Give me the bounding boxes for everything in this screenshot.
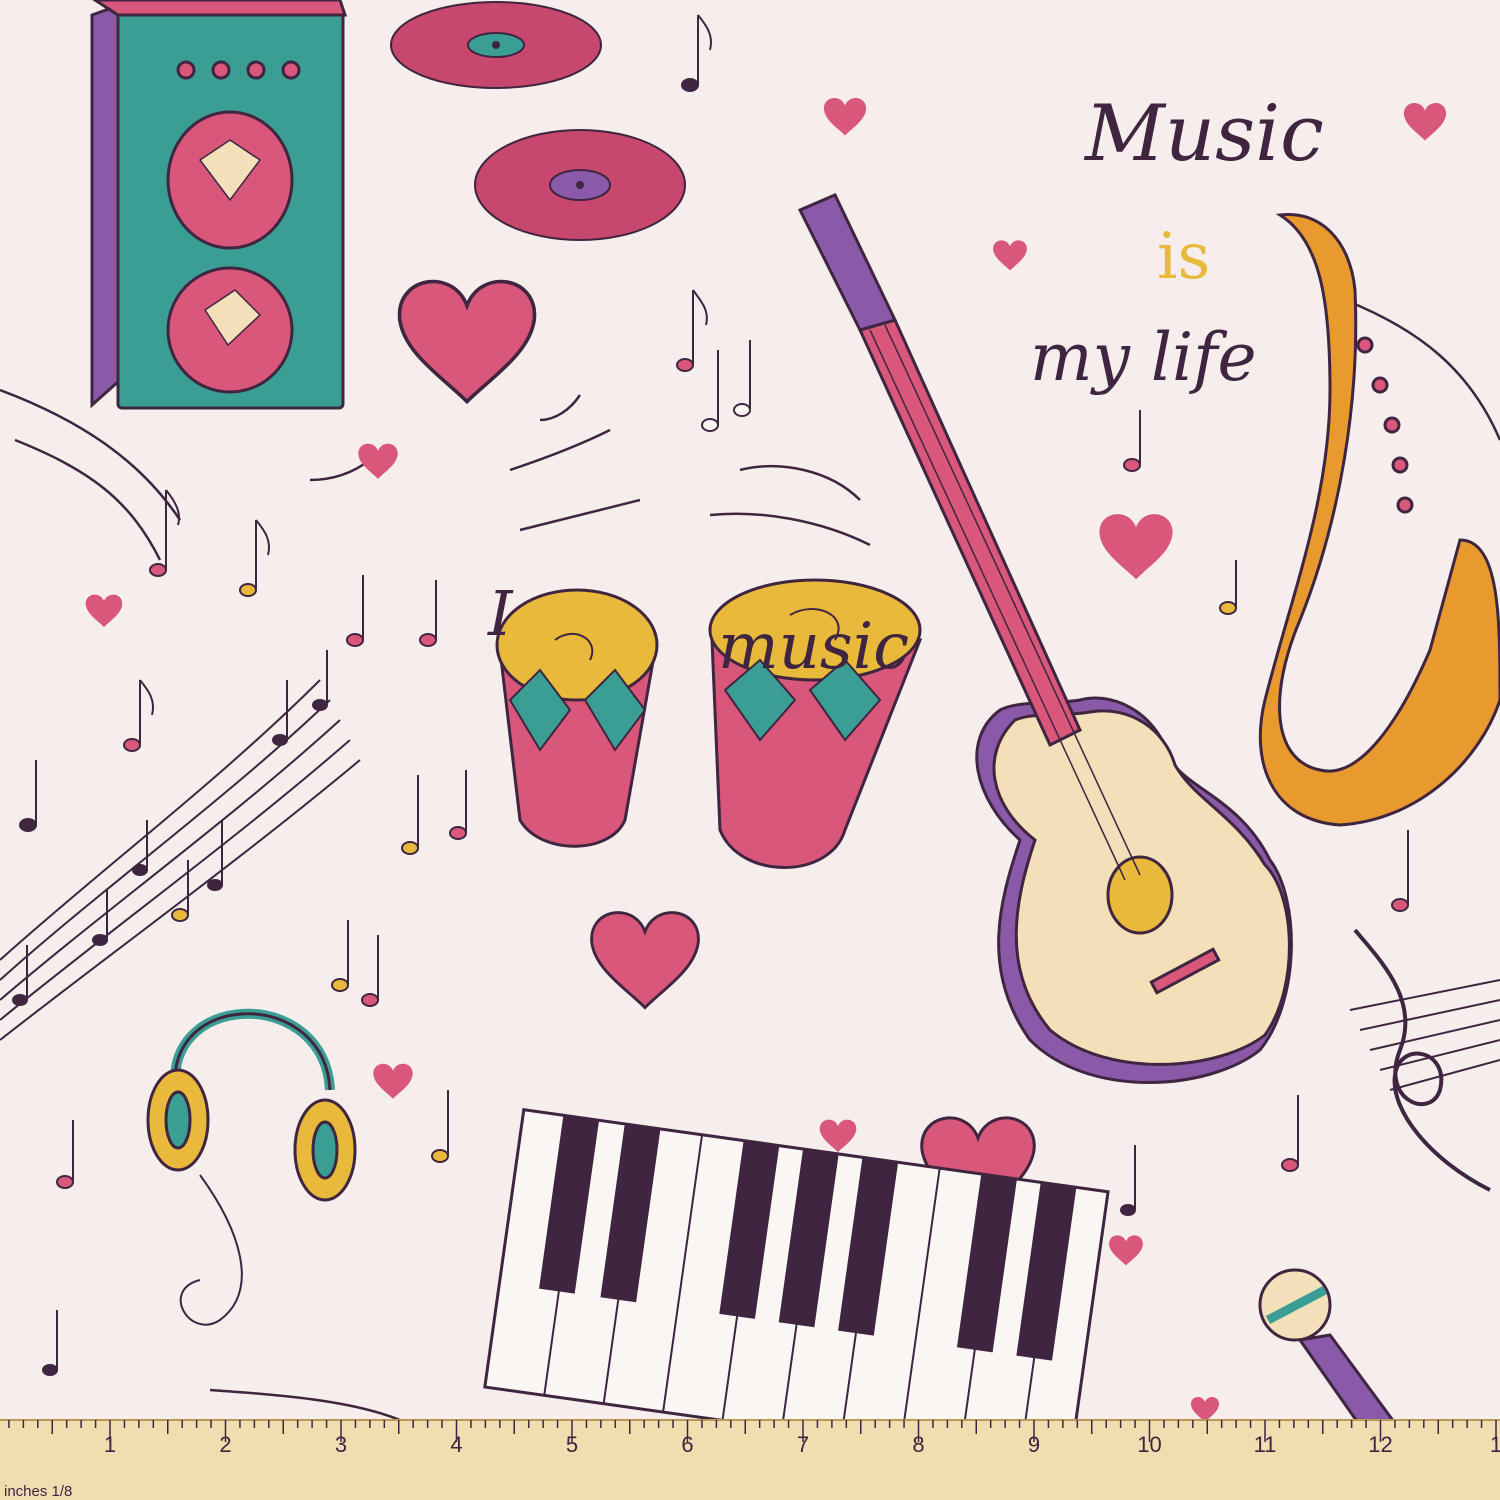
ruler-number: 2: [219, 1432, 231, 1457]
ruler-number: 8: [912, 1432, 924, 1457]
ruler-number: 1: [104, 1432, 116, 1457]
music-heading-text: Music: [1083, 89, 1324, 179]
i-text: I: [487, 577, 514, 650]
ruler-number: 7: [797, 1432, 809, 1457]
ruler-unit-label: inches 1/8: [4, 1483, 72, 1500]
ruler-number: 10: [1137, 1432, 1161, 1457]
ruler-number: 5: [566, 1432, 578, 1457]
music-lower-text: music: [718, 610, 909, 684]
vinyl-record-icon: [390, 1, 602, 89]
music-pattern-fabric: Music is my life I music inches 1/8 1234…: [0, 0, 1500, 1500]
is-text: is: [1157, 220, 1210, 294]
ruler-number: 12: [1368, 1432, 1392, 1457]
vinyl-record-icon: [474, 129, 686, 241]
ruler-number: 6: [681, 1432, 693, 1457]
ruler-number: 3: [335, 1432, 347, 1457]
ruler-number: 4: [450, 1432, 462, 1457]
ruler-number: 11: [1254, 1432, 1277, 1457]
ruler-number: 9: [1028, 1432, 1040, 1457]
my-life-text: my life: [1030, 319, 1257, 396]
fabric-ruler: inches 1/8 1 2 3 4 5 6 7 8 9 10 11 12 1: [0, 1419, 1500, 1500]
speaker-icon: [90, 0, 348, 410]
ruler-number: 1: [1490, 1432, 1500, 1457]
